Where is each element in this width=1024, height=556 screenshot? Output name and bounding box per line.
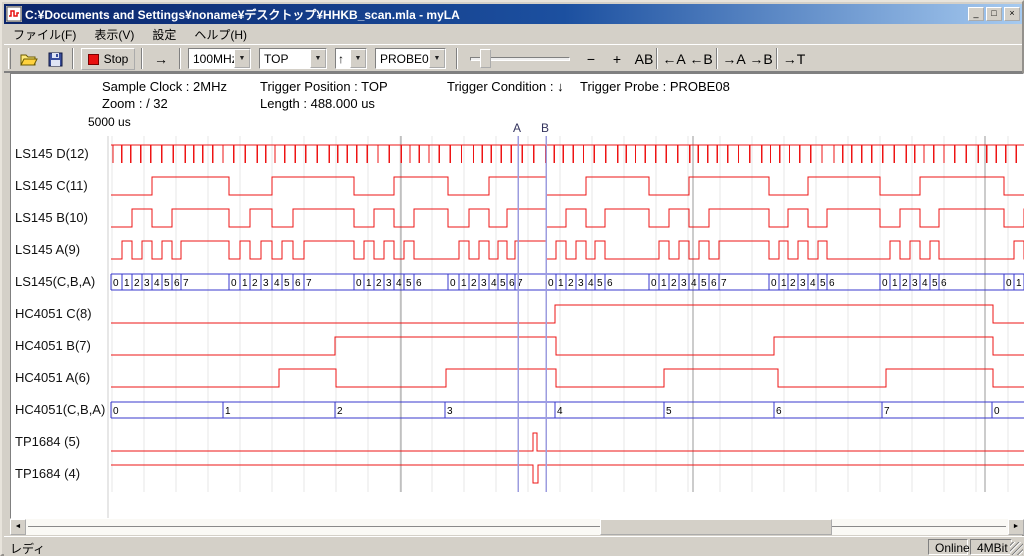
length-readout: Length : 488.000 us	[260, 96, 375, 111]
toolbar-separator	[456, 48, 458, 69]
clock-select[interactable]: 100MHz ▼	[188, 48, 251, 69]
zoom-in-button[interactable]: +	[606, 48, 628, 70]
toolbar-separator	[179, 48, 181, 69]
status-bar: レディ Online 4MBit	[4, 536, 1024, 556]
save-button[interactable]	[43, 48, 67, 70]
window-controls: _ □ ×	[968, 7, 1020, 21]
scrollbar-thumb[interactable]	[600, 519, 832, 535]
toolbar-separator	[656, 48, 658, 69]
chevron-down-icon[interactable]: ▼	[429, 49, 445, 68]
chevron-down-icon[interactable]: ▼	[234, 49, 250, 68]
zoom-out-button[interactable]: −	[580, 48, 602, 70]
channel-label: HC4051 B(7)	[15, 338, 91, 353]
close-button[interactable]: ×	[1004, 7, 1020, 21]
floppy-disk-icon	[48, 52, 63, 67]
window-title: C:¥Documents and Settings¥noname¥デスクトップ¥…	[25, 6, 968, 23]
channel-label: LS145 C(11)	[15, 178, 88, 193]
run-button[interactable]: →	[147, 48, 175, 70]
goto-a-right-button[interactable]: →A	[721, 48, 747, 70]
probe-select[interactable]: PROBE00 ▼	[375, 48, 446, 69]
toolbar: Stop → 100MHz ▼ TOP ▼ ↑ ▼ PROBE00 ▼ − + …	[4, 44, 1022, 73]
goto-a-left-button[interactable]: ←A	[661, 48, 687, 70]
chevron-down-icon[interactable]: ▼	[350, 49, 366, 68]
maximize-button[interactable]: □	[986, 7, 1002, 21]
trigger-probe-readout: Trigger Probe : PROBE08	[580, 79, 730, 94]
trigger-condition-readout: Trigger Condition : ↓	[447, 79, 564, 94]
channel-label: HC4051 C(8)	[15, 306, 92, 321]
status-ready-text: レディ	[10, 540, 45, 556]
toolbar-separator	[72, 48, 74, 69]
toolbar-gripper	[8, 48, 11, 69]
stop-square-icon	[88, 54, 99, 65]
cursor-b-label[interactable]: B	[541, 121, 549, 135]
cursor-a-label[interactable]: A	[513, 121, 521, 135]
zoom-slider-thumb[interactable]	[480, 49, 491, 68]
menu-file[interactable]: ファイル(F)	[4, 24, 85, 45]
open-folder-icon	[20, 52, 38, 67]
channel-label: LS145(C,B,A)	[15, 274, 95, 289]
channel-label: LS145 B(10)	[15, 210, 88, 225]
menu-bar: ファイル(F) 表示(V) 設定 ヘルプ(H)	[4, 24, 1022, 44]
application-window: C:¥Documents and Settings¥noname¥デスクトップ¥…	[0, 0, 1024, 556]
trigger-edge-select[interactable]: ↑ ▼	[335, 48, 367, 69]
minimize-button[interactable]: _	[968, 7, 984, 21]
status-memory-badge: 4MBit	[970, 539, 1012, 555]
status-online-badge: Online	[928, 539, 968, 555]
goto-b-right-button[interactable]: →B	[748, 48, 774, 70]
scrollbar-track-line	[28, 526, 1006, 527]
scroll-right-button[interactable]: ►	[1008, 519, 1024, 535]
channel-label: TP1684 (4)	[15, 466, 80, 481]
title-bar[interactable]: C:¥Documents and Settings¥noname¥デスクトップ¥…	[4, 4, 1022, 24]
channel-label: LS145 D(12)	[15, 146, 89, 161]
channel-label: HC4051(C,B,A)	[15, 402, 105, 417]
toolbar-separator	[141, 48, 143, 69]
trigger-position-readout: Trigger Position : TOP	[260, 79, 388, 94]
menu-settings[interactable]: 設定	[143, 24, 185, 45]
stop-label: Stop	[104, 52, 129, 66]
menu-help[interactable]: ヘルプ(H)	[185, 24, 256, 45]
menu-view[interactable]: 表示(V)	[85, 24, 143, 45]
time-scale-label: 5000 us	[88, 115, 131, 129]
horizontal-scrollbar[interactable]: ◄ ►	[10, 519, 1024, 535]
goto-b-left-button[interactable]: ←B	[688, 48, 714, 70]
app-icon	[6, 6, 22, 22]
stop-button[interactable]: Stop	[81, 48, 135, 70]
channel-label: LS145 A(9)	[15, 242, 80, 257]
toolbar-separator	[776, 48, 778, 69]
chevron-down-icon[interactable]: ▼	[310, 49, 326, 68]
goto-trigger-button[interactable]: →T	[781, 48, 807, 70]
resize-grip[interactable]	[1010, 542, 1023, 555]
waveform-panel[interactable]	[10, 73, 1024, 519]
sample-clock-readout: Sample Clock : 2MHz	[102, 79, 227, 94]
channel-label: TP1684 (5)	[15, 434, 80, 449]
scroll-left-button[interactable]: ◄	[10, 519, 26, 535]
open-file-button[interactable]	[17, 48, 41, 70]
channel-label: HC4051 A(6)	[15, 370, 90, 385]
toolbar-separator	[716, 48, 718, 69]
zoom-readout: Zoom : / 32	[102, 96, 168, 111]
trigger-position-select[interactable]: TOP ▼	[259, 48, 327, 69]
ab-cursors-button[interactable]: AB	[631, 48, 657, 70]
